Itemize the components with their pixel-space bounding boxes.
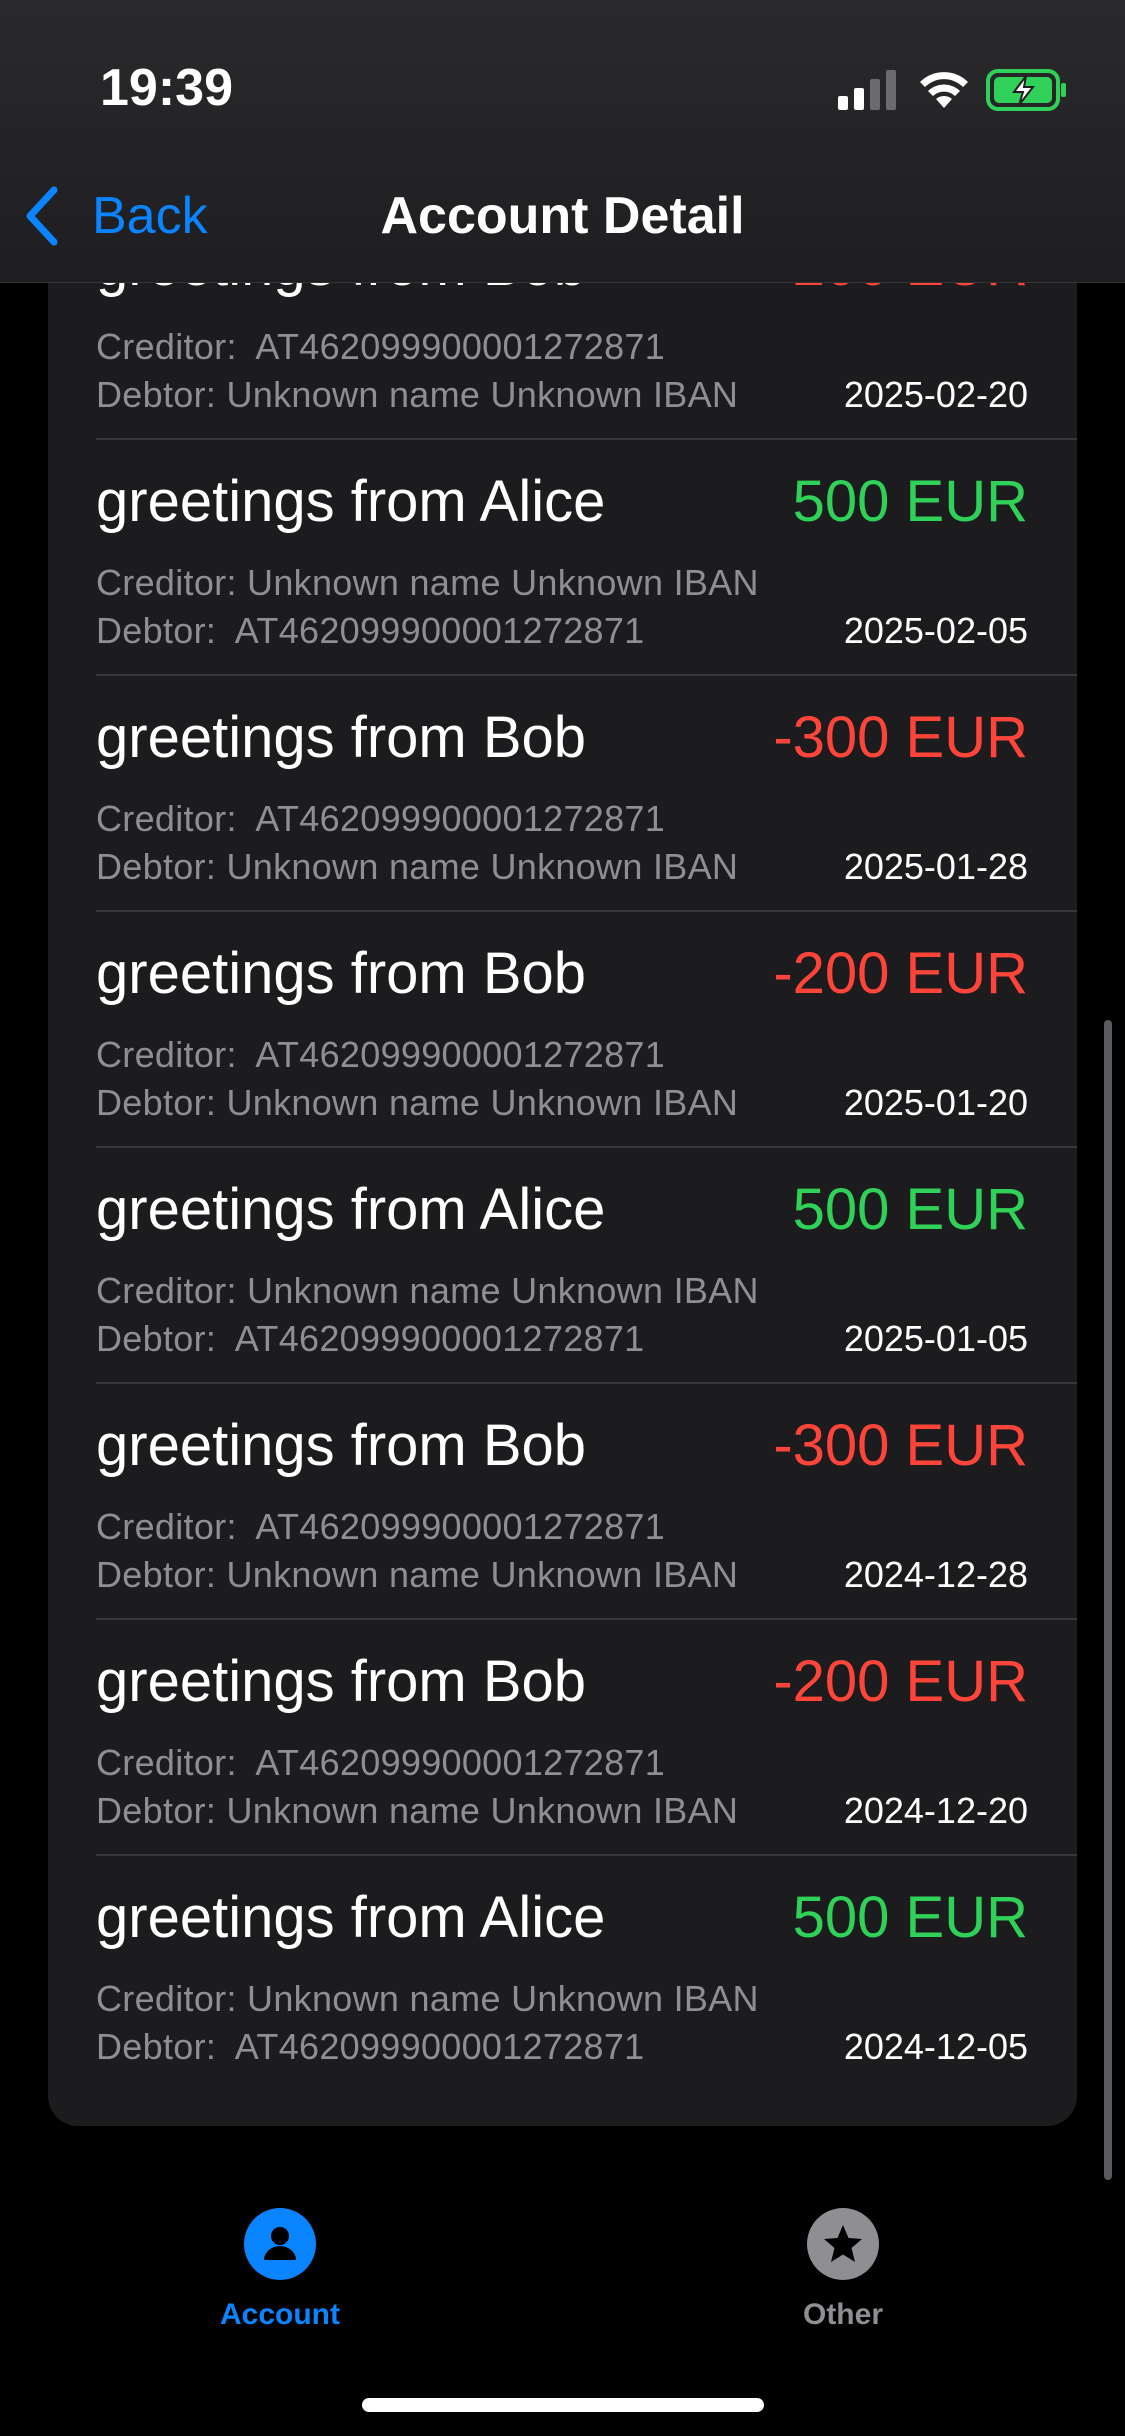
transaction-creditor: Creditor: AT462099900001272871 [96, 326, 666, 367]
cellular-signal-icon [838, 70, 896, 110]
transaction-row[interactable]: greetings from Alice 500 EUR Creditor: U… [96, 1148, 1077, 1384]
page-title: Account Detail [380, 187, 745, 245]
transaction-creditor: Creditor: Unknown name Unknown IBAN [96, 562, 759, 603]
transaction-amount: 500 EUR [792, 1177, 1028, 1242]
screen: greetings from Bob -200 EUR Creditor: AT… [0, 0, 1125, 2436]
scroll-indicator[interactable] [1104, 1020, 1112, 2180]
transaction-row[interactable]: greetings from Bob -300 EUR Creditor: AT… [96, 1384, 1077, 1620]
transaction-title: greetings from Bob [96, 1413, 587, 1478]
transaction-date: 2025-01-05 [843, 1318, 1028, 1359]
tab-label: Account [220, 2298, 340, 2331]
transaction-title: greetings from Bob [96, 941, 587, 1006]
transaction-amount: -300 EUR [773, 1413, 1028, 1478]
navigation-header: 19:39 Back Account Detail [0, 0, 1125, 283]
transaction-debtor: Debtor: Unknown name Unknown IBAN [96, 1554, 739, 1595]
transaction-row[interactable]: greetings from Bob -300 EUR Creditor: AT… [96, 676, 1077, 912]
transaction-creditor: Creditor: AT462099900001272871 [96, 798, 666, 839]
transaction-debtor: Debtor: AT462099900001272871 [96, 1318, 645, 1359]
transaction-creditor: Creditor: Unknown name Unknown IBAN [96, 1270, 759, 1311]
transaction-row[interactable]: greetings from Bob -200 EUR Creditor: AT… [96, 912, 1077, 1148]
transaction-date: 2024-12-20 [843, 1790, 1028, 1831]
person-icon [244, 2208, 316, 2280]
transaction-creditor: Creditor: AT462099900001272871 [96, 1742, 666, 1783]
transaction-date: 2024-12-05 [843, 2026, 1028, 2067]
transaction-amount: -300 EUR [773, 705, 1028, 770]
tab-account[interactable]: Account [150, 2208, 410, 2338]
battery-charging-icon [986, 69, 1066, 111]
transaction-amount: -200 EUR [773, 1649, 1028, 1714]
transaction-creditor: Creditor: AT462099900001272871 [96, 1506, 666, 1547]
transaction-debtor: Debtor: Unknown name Unknown IBAN [96, 1790, 739, 1831]
transaction-date: 2025-02-20 [843, 374, 1028, 415]
transaction-amount: 500 EUR [792, 1885, 1028, 1950]
transaction-date: 2024-12-28 [843, 1554, 1028, 1595]
transaction-title: greetings from Alice [96, 469, 606, 534]
wifi-icon [920, 72, 968, 108]
transaction-debtor: Debtor: AT462099900001272871 [96, 610, 645, 651]
transaction-date: 2025-01-28 [843, 846, 1028, 887]
tab-label: Other [802, 2298, 883, 2331]
transaction-amount: -200 EUR [773, 941, 1028, 1006]
transaction-title: greetings from Alice [96, 1177, 606, 1242]
transaction-date: 2025-01-20 [843, 1082, 1028, 1123]
transaction-row[interactable]: greetings from Alice 500 EUR Creditor: U… [96, 1856, 1077, 2092]
transaction-creditor: Creditor: AT462099900001272871 [96, 1034, 666, 1075]
star-icon [807, 2208, 879, 2280]
transaction-list[interactable]: greetings from Bob -200 EUR Creditor: AT… [48, 240, 1077, 2126]
transaction-amount: 500 EUR [792, 469, 1028, 534]
transaction-creditor: Creditor: Unknown name Unknown IBAN [96, 1978, 759, 2019]
transaction-title: greetings from Alice [96, 1885, 606, 1950]
transaction-date: 2025-02-05 [843, 610, 1028, 651]
transaction-debtor: Debtor: Unknown name Unknown IBAN [96, 374, 739, 415]
transaction-title: greetings from Bob [96, 705, 587, 770]
transaction-debtor: Debtor: Unknown name Unknown IBAN [96, 846, 739, 887]
transaction-title: greetings from Bob [96, 1649, 587, 1714]
home-indicator[interactable] [362, 2398, 764, 2412]
transaction-debtor: Debtor: AT462099900001272871 [96, 2026, 645, 2067]
tab-other[interactable]: Other [713, 2208, 973, 2338]
transaction-debtor: Debtor: Unknown name Unknown IBAN [96, 1082, 739, 1123]
transaction-row[interactable]: greetings from Alice 500 EUR Creditor: U… [96, 440, 1077, 676]
status-time: 19:39 [100, 59, 233, 117]
transaction-row[interactable]: greetings from Bob -200 EUR Creditor: AT… [96, 1620, 1077, 1856]
